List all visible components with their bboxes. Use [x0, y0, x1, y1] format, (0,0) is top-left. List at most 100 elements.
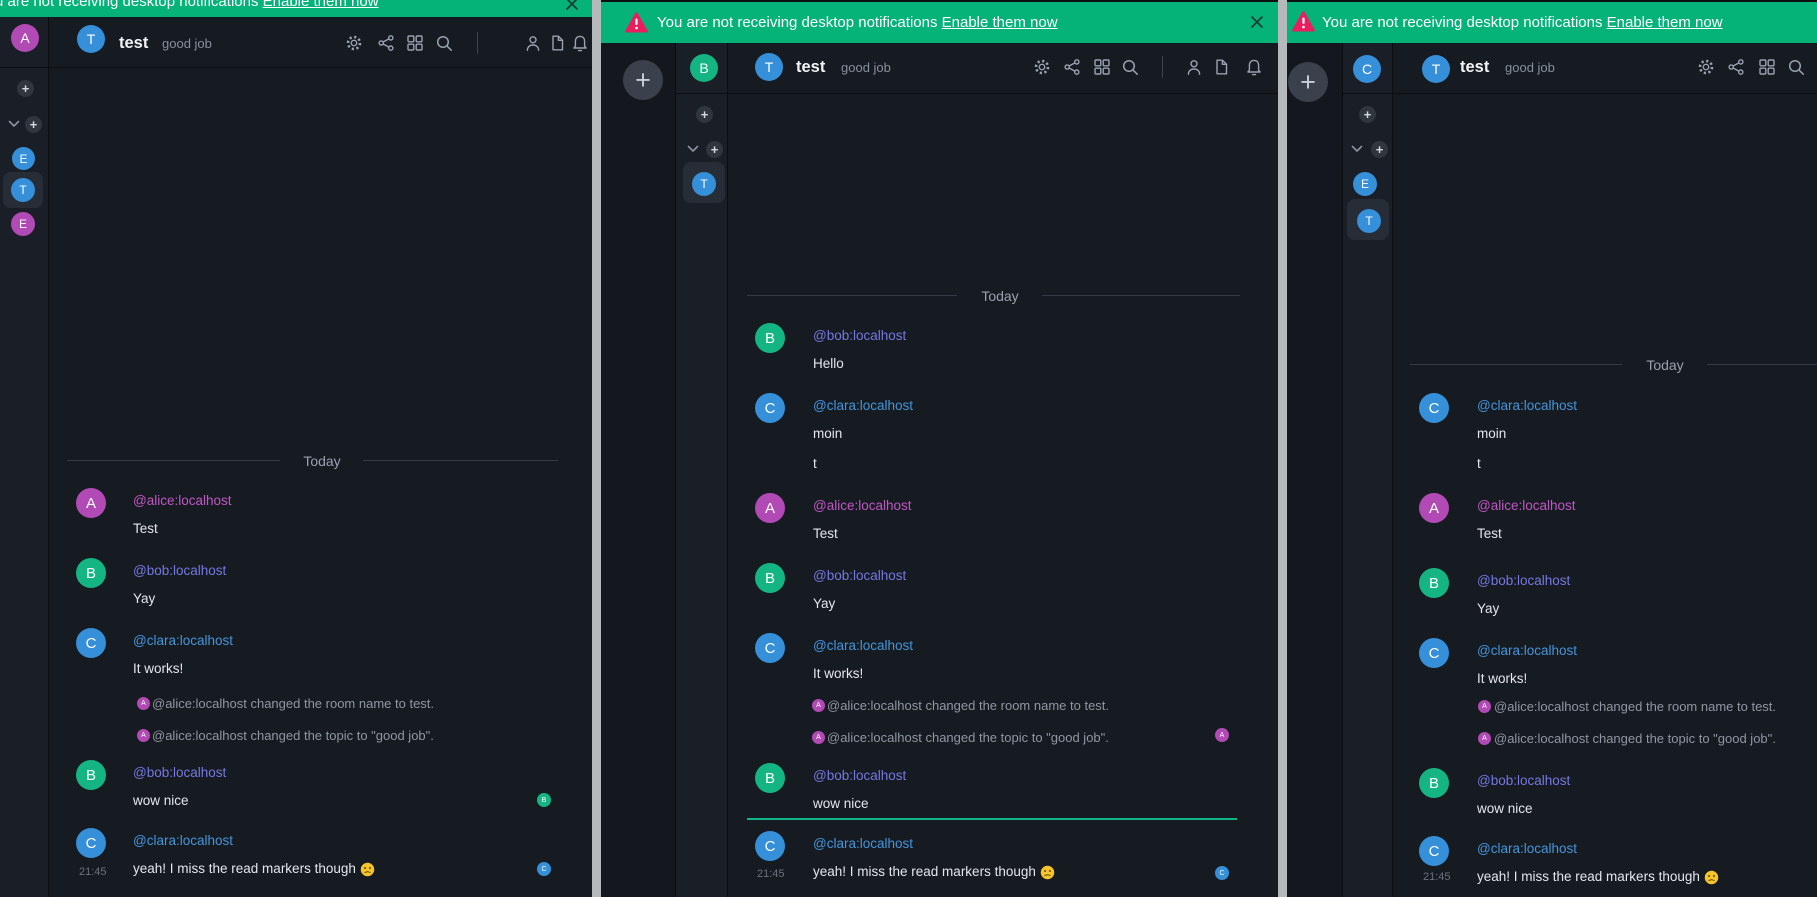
notifications-icon[interactable] — [570, 33, 590, 53]
window-clara-notification-banner: You are not receiving desktop notificati… — [1287, 2, 1817, 43]
sender-name[interactable]: @clara:localhost — [133, 833, 233, 849]
chevron-down-icon[interactable] — [1351, 145, 1363, 153]
message-avatar[interactable]: C — [755, 633, 785, 663]
room-avatar[interactable]: T — [77, 25, 105, 53]
message-avatar[interactable]: B — [76, 558, 106, 588]
sender-name[interactable]: @bob:localhost — [133, 765, 226, 781]
widgets-icon[interactable] — [1092, 57, 1112, 77]
read-receipt-avatar: C — [537, 862, 551, 876]
notifications-icon[interactable] — [1244, 57, 1264, 77]
share-icon[interactable] — [376, 33, 396, 53]
message-avatar[interactable]: C — [1419, 638, 1449, 668]
sender-name[interactable]: @clara:localhost — [1477, 643, 1577, 659]
people-icon[interactable] — [1184, 57, 1204, 77]
add-room-button[interactable]: + — [1359, 106, 1376, 123]
sidebar-room-item[interactable]: E — [1353, 172, 1377, 196]
chevron-down-icon[interactable] — [687, 145, 699, 153]
avatar-letter: C — [541, 866, 546, 873]
settings-icon[interactable] — [1696, 57, 1716, 77]
message-avatar[interactable]: A — [76, 488, 106, 518]
files-icon[interactable] — [1211, 57, 1231, 77]
message-line: t — [813, 456, 817, 472]
message-avatar[interactable]: C — [1419, 393, 1449, 423]
enable-notifications-link[interactable]: Enable them now — [942, 14, 1058, 31]
sidebar-room-item[interactable]: E — [12, 147, 35, 170]
sender-name[interactable]: @clara:localhost — [813, 836, 913, 852]
add-to-section-button[interactable]: + — [1371, 141, 1388, 158]
message-avatar[interactable]: C — [1419, 836, 1449, 866]
room-name: test — [1460, 57, 1489, 77]
close-icon[interactable] — [1247, 12, 1267, 32]
search-icon[interactable] — [1786, 57, 1806, 77]
banner-text: You are not receiving desktop notificati… — [0, 0, 379, 11]
user-avatar[interactable]: A — [11, 24, 39, 52]
message-avatar[interactable]: A — [755, 493, 785, 523]
people-icon[interactable] — [523, 33, 543, 53]
message-line: Test — [813, 526, 838, 542]
sender-name[interactable]: @bob:localhost — [133, 563, 226, 579]
sender-name[interactable]: @clara:localhost — [813, 638, 913, 654]
message-avatar[interactable]: C — [76, 628, 106, 658]
files-icon[interactable] — [547, 33, 567, 53]
avatar-letter: A — [141, 700, 146, 707]
sidebar-room-item-selected[interactable]: T — [1357, 209, 1381, 233]
sender-name[interactable]: @bob:localhost — [1477, 773, 1570, 789]
message-avatar[interactable]: C — [755, 831, 785, 861]
message-avatar[interactable]: B — [1419, 768, 1449, 798]
add-to-section-button[interactable]: + — [706, 141, 723, 158]
sender-name[interactable]: @bob:localhost — [813, 328, 906, 344]
message-line: wow nice — [1477, 801, 1533, 817]
avatar-letter: C — [1429, 843, 1440, 860]
settings-icon[interactable] — [344, 33, 364, 53]
message-avatar[interactable]: B — [755, 323, 785, 353]
sidebar-room-item-selected[interactable]: T — [692, 172, 716, 196]
close-icon[interactable] — [562, 0, 582, 14]
enable-notifications-link[interactable]: Enable them now — [263, 0, 379, 10]
sender-name[interactable]: @bob:localhost — [813, 568, 906, 584]
create-space-button[interactable]: + — [623, 60, 663, 100]
user-avatar[interactable]: B — [690, 54, 718, 82]
user-avatar[interactable]: C — [1353, 55, 1381, 83]
room-avatar[interactable]: T — [755, 53, 783, 81]
message-avatar[interactable]: C — [76, 828, 106, 858]
add-room-button[interactable]: + — [696, 106, 713, 123]
add-to-section-button[interactable]: + — [25, 116, 42, 133]
room-avatar[interactable]: T — [1422, 55, 1450, 83]
settings-icon[interactable] — [1032, 57, 1052, 77]
share-icon[interactable] — [1726, 57, 1746, 77]
message-avatar[interactable]: B — [1419, 568, 1449, 598]
avatar-letter: T — [1432, 61, 1441, 77]
message-avatar[interactable]: B — [755, 563, 785, 593]
sidebar-room-item[interactable]: E — [11, 212, 35, 236]
message-line: Yay — [813, 596, 835, 612]
sender-name[interactable]: @alice:localhost — [133, 493, 232, 509]
message-avatar[interactable]: A — [1419, 493, 1449, 523]
message-line: Yay — [133, 591, 155, 607]
sender-name[interactable]: @alice:localhost — [1477, 498, 1576, 514]
search-icon[interactable] — [1120, 57, 1140, 77]
avatar-letter: B — [699, 60, 708, 76]
widgets-icon[interactable] — [405, 33, 425, 53]
search-icon[interactable] — [434, 33, 454, 53]
enable-notifications-link[interactable]: Enable them now — [1607, 14, 1723, 31]
sender-name[interactable]: @clara:localhost — [813, 398, 913, 414]
sender-name[interactable]: @clara:localhost — [1477, 841, 1577, 857]
sender-name[interactable]: @bob:localhost — [813, 768, 906, 784]
sender-name[interactable]: @bob:localhost — [1477, 573, 1570, 589]
date-separator: Today — [292, 453, 352, 469]
message-text: moin — [1477, 426, 1506, 442]
chevron-down-icon[interactable] — [8, 120, 20, 128]
message-avatar[interactable]: B — [755, 763, 785, 793]
message-line: yeah! I miss the read markers though — [813, 864, 1036, 880]
create-space-button[interactable]: + — [1288, 62, 1328, 102]
sender-name[interactable]: @clara:localhost — [133, 633, 233, 649]
sender-name[interactable]: @clara:localhost — [1477, 398, 1577, 414]
share-icon[interactable] — [1062, 57, 1082, 77]
widgets-icon[interactable] — [1757, 57, 1777, 77]
unread-marker — [747, 818, 1237, 820]
message-avatar[interactable]: B — [76, 760, 106, 790]
add-room-button[interactable]: + — [17, 80, 34, 97]
sidebar-room-item-selected[interactable]: T — [11, 178, 35, 202]
sender-name[interactable]: @alice:localhost — [813, 498, 912, 514]
message-avatar[interactable]: C — [755, 393, 785, 423]
